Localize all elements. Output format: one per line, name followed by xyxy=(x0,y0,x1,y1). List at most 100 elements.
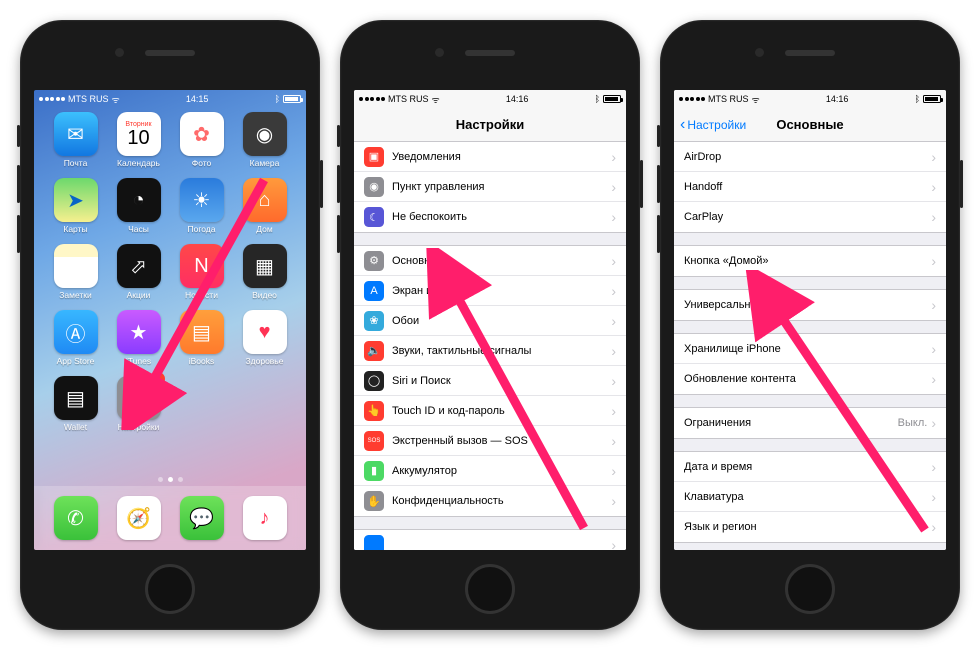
app-Почта[interactable]: ✉Почта xyxy=(48,112,104,178)
settings-row[interactable]: › xyxy=(354,530,626,550)
row-label: Ограничения xyxy=(684,417,898,429)
home-button[interactable] xyxy=(465,564,515,614)
status-bar: MTS RUS ᯤ 14:16 ᛒ xyxy=(674,90,946,108)
app-Настройки[interactable]: ⚙1Настройки xyxy=(111,376,167,442)
battery-icon xyxy=(923,95,941,103)
navbar-title: Основные xyxy=(776,117,843,132)
settings-row[interactable]: 🔈Звуки, тактильные сигналы› xyxy=(354,336,626,366)
general-row[interactable]: Хранилище iPhone› xyxy=(674,334,946,364)
app-icon: ▤ xyxy=(180,310,224,354)
chevron-right-icon: › xyxy=(931,149,936,165)
chevron-right-icon: › xyxy=(931,179,936,195)
row-label: Обои xyxy=(392,315,611,327)
front-camera xyxy=(115,48,124,57)
dock-messages[interactable]: 💬 xyxy=(180,496,224,540)
app-Видео[interactable]: ▦Видео xyxy=(237,244,293,310)
app-Здоровье[interactable]: ♥ Здоровье xyxy=(237,310,293,376)
settings-row[interactable]: AЭкран и яркость› xyxy=(354,276,626,306)
general-row[interactable]: CarPlay› xyxy=(674,202,946,232)
navbar-title: Настройки xyxy=(456,117,525,132)
front-camera xyxy=(435,48,444,57)
app-icon: ➤ xyxy=(54,178,98,222)
general-row[interactable]: ОграниченияВыкл.› xyxy=(674,408,946,438)
speaker-slot xyxy=(465,50,515,56)
chevron-right-icon: › xyxy=(611,373,616,389)
row-icon: ☾ xyxy=(364,207,384,227)
settings-row[interactable]: ◯Siri и Поиск› xyxy=(354,366,626,396)
app-icon: ▤ xyxy=(54,376,98,420)
general-row[interactable]: Клавиатура› xyxy=(674,482,946,512)
speaker-slot xyxy=(785,50,835,56)
row-icon: ❀ xyxy=(364,311,384,331)
general-row[interactable]: Обновление контента› xyxy=(674,364,946,394)
dock-phone[interactable]: ✆ xyxy=(54,496,98,540)
settings-screen: MTS RUS ᯤ 14:16 ᛒ Настройки ▣Уведомления… xyxy=(354,90,626,550)
row-label: Пункт управления xyxy=(392,181,611,193)
general-list[interactable]: AirDrop›Handoff›CarPlay›Кнопка «Домой»›У… xyxy=(674,142,946,550)
front-camera xyxy=(755,48,764,57)
settings-row[interactable]: ◉Пункт управления› xyxy=(354,172,626,202)
app-Wallet[interactable]: ▤Wallet xyxy=(48,376,104,442)
app-iTunes[interactable]: ★iTunes xyxy=(111,310,167,376)
settings-row[interactable]: 👆Touch ID и код-пароль› xyxy=(354,396,626,426)
status-bar: MTS RUS ᯤ 14:15 ᛒ xyxy=(34,90,306,108)
volume-up xyxy=(657,165,660,203)
back-button[interactable]: ‹ Настройки xyxy=(680,117,746,133)
settings-list[interactable]: ▣Уведомления›◉Пункт управления›☾Не беспо… xyxy=(354,142,626,550)
settings-row[interactable]: SOSЭкстренный вызов — SOS› xyxy=(354,426,626,456)
app-icon: ✉ xyxy=(54,112,98,156)
row-icon: A xyxy=(364,281,384,301)
app-label: iTunes xyxy=(111,356,167,366)
app-Акции[interactable]: ⬀Акции xyxy=(111,244,167,310)
settings-row[interactable]: ☾Не беспокоить› xyxy=(354,202,626,232)
app-icon: ☀ xyxy=(180,178,224,222)
row-icon: ✋ xyxy=(364,491,384,511)
app-Погода[interactable]: ☀ Погода xyxy=(174,178,230,244)
general-row[interactable]: Дата и время› xyxy=(674,452,946,482)
app-Камера[interactable]: ◉Камера xyxy=(237,112,293,178)
home-button[interactable] xyxy=(785,564,835,614)
settings-row[interactable]: ▮Аккумулятор› xyxy=(354,456,626,486)
app-Календарь[interactable]: Вторник10Календарь xyxy=(111,112,167,178)
dock-safari[interactable]: 🧭 xyxy=(117,496,161,540)
dock-music[interactable]: ♪ xyxy=(243,496,287,540)
general-row[interactable]: Язык и регион› xyxy=(674,512,946,542)
row-label: Клавиатура xyxy=(684,491,931,503)
app-label: iBooks xyxy=(174,356,230,366)
settings-row[interactable]: ⚙Основные› xyxy=(354,246,626,276)
general-row[interactable]: AirDrop› xyxy=(674,142,946,172)
app-label: Погода xyxy=(174,224,230,234)
app-Карты[interactable]: ➤Карты xyxy=(48,178,104,244)
general-row[interactable]: Универсальный доступ› xyxy=(674,290,946,320)
row-icon: 👆 xyxy=(364,401,384,421)
general-row[interactable]: Кнопка «Домой»› xyxy=(674,246,946,276)
phone-settings: MTS RUS ᯤ 14:16 ᛒ Настройки ▣Уведомления… xyxy=(340,20,640,630)
general-row[interactable]: Handoff› xyxy=(674,172,946,202)
app-App Store[interactable]: ⒶApp Store xyxy=(48,310,104,376)
general-screen: MTS RUS ᯤ 14:16 ᛒ ‹ Настройки Основные A… xyxy=(674,90,946,550)
settings-row[interactable]: ▣Уведомления› xyxy=(354,142,626,172)
app-label: Здоровье xyxy=(237,356,293,366)
app-label: Заметки xyxy=(48,290,104,300)
app-Фото[interactable]: ✿Фото xyxy=(174,112,230,178)
page-indicator[interactable] xyxy=(34,473,306,486)
settings-row[interactable]: ❀Обои› xyxy=(354,306,626,336)
row-label: Handoff xyxy=(684,181,931,193)
row-value: Выкл. xyxy=(898,417,928,429)
status-bar: MTS RUS ᯤ 14:16 ᛒ xyxy=(354,90,626,108)
app-iBooks[interactable]: ▤ iBooks xyxy=(174,310,230,376)
app-Заметки[interactable]: Заметки xyxy=(48,244,104,310)
app-Дом[interactable]: ⌂Дом xyxy=(237,178,293,244)
carrier-label: MTS RUS xyxy=(388,94,429,104)
app-Новости[interactable]: NНовости xyxy=(174,244,230,310)
chevron-right-icon: › xyxy=(611,343,616,359)
row-label: Уведомления xyxy=(392,151,611,163)
app-icon: ⌂ xyxy=(243,178,287,222)
app-Часы[interactable]: ◔Часы xyxy=(111,178,167,244)
settings-row[interactable]: ✋Конфиденциальность› xyxy=(354,486,626,516)
home-button[interactable] xyxy=(145,564,195,614)
app-icon: ♥ xyxy=(243,310,287,354)
carrier-label: MTS RUS xyxy=(708,94,749,104)
chevron-right-icon: › xyxy=(931,371,936,387)
signal-icon xyxy=(359,97,385,101)
